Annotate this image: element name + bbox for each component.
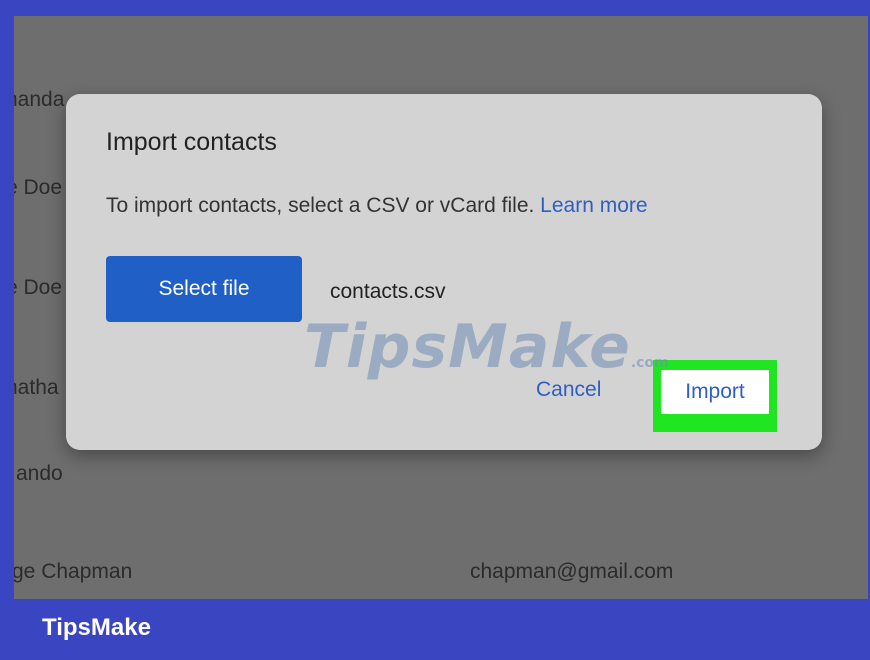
contact-row-name: nanda bbox=[14, 88, 65, 111]
contact-row-name: e Doe bbox=[14, 176, 63, 199]
selected-file-name: contacts.csv bbox=[330, 280, 446, 303]
contact-row-name: e Doe bbox=[14, 276, 63, 299]
contact-row-name: natha bbox=[14, 376, 59, 399]
contact-row-email: chapman@gmail.com bbox=[470, 560, 674, 583]
dialog-title: Import contacts bbox=[106, 128, 277, 156]
import-contacts-dialog: Import contacts To import contacts, sele… bbox=[66, 94, 822, 450]
select-file-button[interactable]: Select file bbox=[106, 256, 302, 322]
import-button[interactable]: Import bbox=[661, 370, 769, 414]
contact-row-name: ge Chapman bbox=[14, 560, 133, 583]
watermark-text: TipsMake bbox=[304, 312, 631, 382]
contact-row-name: ando bbox=[16, 462, 63, 485]
dialog-description: To import contacts, select a CSV or vCar… bbox=[106, 194, 648, 218]
footer-brand: TipsMake bbox=[42, 614, 151, 641]
watermark-logo: TipsMake.com bbox=[304, 312, 669, 382]
description-text: To import contacts, select a CSV or vCar… bbox=[106, 194, 535, 217]
watermark-suffix: .com bbox=[630, 355, 669, 371]
learn-more-link[interactable]: Learn more bbox=[540, 194, 647, 217]
import-highlight-box: Import bbox=[653, 360, 777, 432]
frame-border: nanda e Doe e Doe natha ando ge Chapman … bbox=[0, 0, 870, 660]
contacts-screen: nanda e Doe e Doe natha ando ge Chapman … bbox=[14, 16, 868, 599]
